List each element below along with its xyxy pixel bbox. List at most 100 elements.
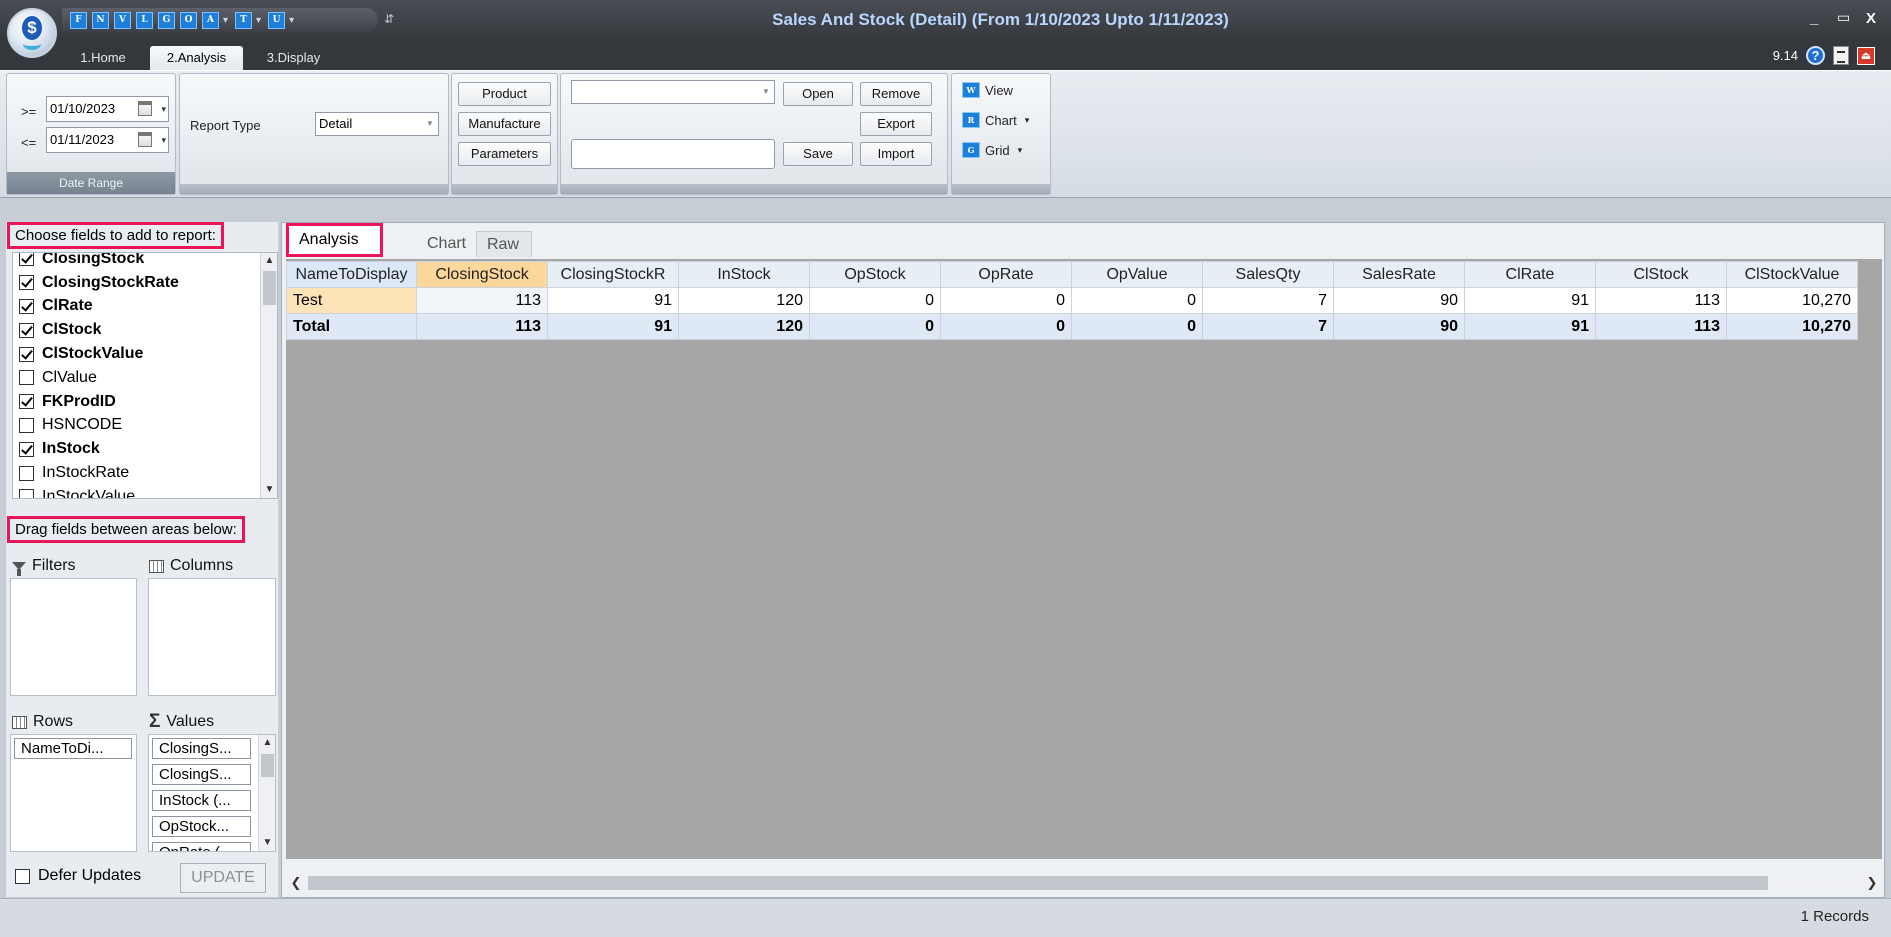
rows-field-chip[interactable]: NameToDi... (14, 738, 132, 759)
values-field-chip[interactable]: OpStock... (152, 816, 251, 837)
layout-name-input[interactable] (571, 139, 775, 169)
field-checkbox[interactable] (19, 394, 34, 410)
field-item[interactable]: ClosingStock (13, 253, 261, 271)
dropdown-arrow-icon[interactable]: ▾ (161, 97, 170, 121)
scroll-up-icon[interactable]: ▲ (259, 735, 275, 751)
scroll-thumb[interactable] (263, 271, 276, 305)
scroll-up-icon[interactable]: ▲ (261, 253, 277, 269)
field-checkbox[interactable] (19, 441, 34, 457)
defer-updates-checkbox[interactable]: Defer Updates (15, 867, 141, 885)
scroll-thumb[interactable] (261, 754, 274, 777)
field-item[interactable]: InStockRate (13, 461, 261, 485)
column-header[interactable]: OpRate (940, 261, 1072, 288)
field-item[interactable]: ClRate (13, 295, 261, 319)
maximize-button[interactable]: ▭ (1837, 9, 1850, 26)
field-checkbox[interactable] (19, 298, 34, 314)
table-cell[interactable]: 120 (678, 287, 810, 314)
update-button[interactable]: UPDATE (180, 863, 266, 893)
field-item[interactable]: FKProdID (13, 390, 261, 414)
values-field-chip[interactable]: ClosingS... (152, 738, 251, 759)
dropdown-arrow-icon[interactable]: ▾ (1018, 145, 1023, 156)
field-item[interactable]: ClosingStockRate (13, 271, 261, 295)
table-cell[interactable]: 10,270 (1726, 287, 1858, 314)
filters-area[interactable] (10, 578, 137, 696)
tab-analysis-grid[interactable]: Analysis Grid (286, 223, 383, 276)
field-checkbox[interactable] (19, 489, 34, 498)
table-cell[interactable]: 90 (1333, 287, 1465, 314)
layout-select[interactable]: ▼ (571, 80, 775, 104)
field-item[interactable]: ClStock (13, 318, 261, 342)
exit-icon[interactable]: ⏏ (1857, 46, 1875, 65)
table-cell[interactable]: 0 (809, 287, 941, 314)
minimize-button[interactable]: _ (1810, 10, 1818, 27)
export-button[interactable]: Export (860, 112, 932, 136)
columns-area[interactable] (148, 578, 276, 696)
column-header[interactable]: ClStock (1595, 261, 1727, 288)
column-header[interactable]: OpStock (809, 261, 941, 288)
column-header[interactable]: SalesRate (1333, 261, 1465, 288)
tab-raw-data[interactable]: Raw Data (476, 231, 532, 279)
tab-chart[interactable]: Chart (417, 231, 476, 257)
document-icon[interactable] (1833, 46, 1849, 65)
table-cell[interactable]: 91 (1464, 313, 1596, 340)
rows-area[interactable]: NameToDi... (10, 734, 137, 852)
column-header[interactable]: ClosingStockR (547, 261, 679, 288)
field-item[interactable]: ClValue (13, 366, 261, 390)
scroll-left-icon[interactable]: ❮ (286, 873, 306, 893)
table-cell[interactable]: 120 (678, 313, 810, 340)
table-cell[interactable]: 91 (547, 313, 679, 340)
dropdown-arrow-icon[interactable]: ▼ (758, 81, 774, 103)
from-date-picker[interactable]: 01/10/2023 ▾ (46, 96, 169, 122)
values-field-chip[interactable]: InStock (... (152, 790, 251, 811)
column-header[interactable]: SalesQty (1202, 261, 1334, 288)
parameters-button[interactable]: Parameters (458, 142, 551, 166)
column-header[interactable]: ClStockValue (1726, 261, 1858, 288)
field-item[interactable]: InStock (13, 437, 261, 461)
field-checkbox[interactable] (19, 370, 34, 386)
grid-horizontal-scrollbar[interactable]: ❮ ❯ (286, 873, 1882, 893)
field-checkbox[interactable] (19, 465, 34, 481)
scroll-right-icon[interactable]: ❯ (1862, 873, 1882, 893)
scroll-down-icon[interactable]: ▼ (261, 482, 277, 498)
row-header-cell[interactable]: Total (286, 313, 417, 340)
dropdown-arrow-icon[interactable]: ▾ (1025, 115, 1030, 126)
field-checkbox[interactable] (19, 417, 34, 433)
import-button[interactable]: Import (860, 142, 932, 166)
dropdown-arrow-icon[interactable]: ▾ (161, 128, 170, 152)
grid-button[interactable]: G Grid ▾ (962, 142, 1022, 158)
help-icon[interactable]: ? (1806, 46, 1825, 65)
field-item[interactable]: InStockValue (13, 485, 261, 498)
column-header[interactable]: InStock (678, 261, 810, 288)
field-checkbox[interactable] (19, 275, 34, 291)
view-button[interactable]: W View (962, 82, 1013, 98)
field-checkbox[interactable] (19, 253, 34, 267)
scroll-thumb[interactable] (308, 876, 1768, 890)
table-cell[interactable]: 91 (1464, 287, 1596, 314)
tab-display[interactable]: 3.Display (256, 46, 331, 70)
table-cell[interactable]: 7 (1202, 287, 1334, 314)
tab-home[interactable]: 1.Home (68, 46, 138, 70)
column-header[interactable]: ClRate (1464, 261, 1596, 288)
table-cell[interactable]: 113 (416, 287, 548, 314)
field-checkbox[interactable] (19, 322, 34, 338)
row-header-cell[interactable]: Test (286, 287, 417, 314)
calendar-icon[interactable] (138, 101, 152, 116)
table-cell[interactable]: 10,270 (1726, 313, 1858, 340)
values-scrollbar[interactable]: ▲ ▼ (258, 735, 275, 851)
remove-button[interactable]: Remove (860, 82, 932, 106)
values-area[interactable]: ClosingS... ClosingS... InStock (... OpStoc… (148, 734, 276, 852)
field-item[interactable]: HSNCODE (13, 414, 261, 438)
table-cell[interactable]: 113 (1595, 287, 1727, 314)
field-item[interactable]: ClStockValue (13, 342, 261, 366)
values-field-chip[interactable]: ClosingS... (152, 764, 251, 785)
app-logo-icon[interactable]: $ (7, 8, 57, 58)
table-cell[interactable]: 0 (940, 313, 1072, 340)
table-cell[interactable]: 90 (1333, 313, 1465, 340)
scroll-down-icon[interactable]: ▼ (259, 835, 275, 851)
table-cell[interactable]: 0 (1071, 287, 1203, 314)
column-header[interactable]: OpValue (1071, 261, 1203, 288)
calendar-icon[interactable] (138, 132, 152, 147)
table-cell[interactable]: 7 (1202, 313, 1334, 340)
save-button[interactable]: Save (783, 142, 853, 166)
to-date-picker[interactable]: 01/11/2023 ▾ (46, 127, 169, 153)
